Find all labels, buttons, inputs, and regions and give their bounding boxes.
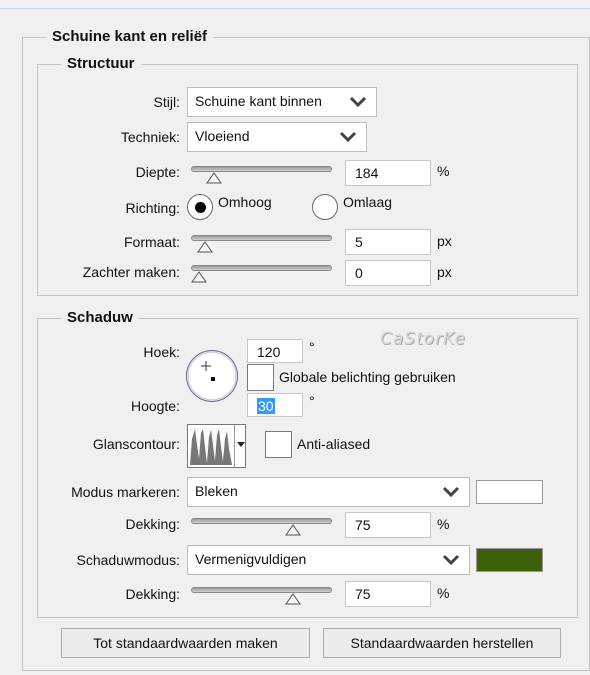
altitude-unit: ° [309, 393, 315, 409]
chevron-down-icon [349, 96, 367, 108]
crosshair-icon [201, 361, 211, 371]
direction-down-radio[interactable] [312, 194, 338, 220]
shadow-mode-value: Vermenigvuldigen [195, 551, 307, 567]
direction-down-label[interactable]: Omlaag [343, 194, 392, 210]
highlight-opacity-slider-thumb[interactable] [284, 524, 301, 536]
reset-default-button[interactable]: Standaardwaarden herstellen [323, 628, 561, 658]
technique-dropdown-value: Vloeiend [195, 128, 250, 144]
shadow-mode-label: Schaduwmodus: [76, 552, 180, 568]
contour-dropdown-arrow[interactable] [234, 425, 246, 467]
gloss-contour-picker[interactable] [187, 424, 246, 468]
global-light-checkbox[interactable] [247, 364, 274, 391]
direction-label: Richting: [125, 200, 180, 216]
technique-label: Techniek: [120, 129, 180, 145]
watermark: CaStorKe [380, 329, 467, 349]
style-label: Stijl: [153, 94, 180, 110]
altitude-input[interactable]: 30 [247, 393, 303, 417]
altitude-label: Hoogte: [130, 398, 180, 414]
direction-up-label[interactable]: Omhoog [218, 194, 272, 210]
depth-unit: % [437, 163, 450, 179]
soften-unit: px [437, 264, 452, 280]
shadow-color-swatch[interactable] [476, 548, 543, 572]
anti-aliased-label[interactable]: Anti-aliased [297, 436, 370, 452]
shading-title: Schaduw [61, 309, 139, 326]
highlight-opacity-input[interactable]: 75 [345, 512, 431, 538]
soften-label: Zachter maken: [82, 264, 180, 280]
global-light-label[interactable]: Globale belichting gebruiken [279, 369, 456, 385]
highlight-opacity-unit: % [437, 516, 450, 532]
chevron-down-icon [442, 554, 460, 566]
size-label: Formaat: [123, 234, 180, 250]
anti-aliased-checkbox[interactable] [265, 431, 292, 458]
angle-dial[interactable] [186, 350, 238, 402]
shadow-opacity-slider-track[interactable] [191, 587, 332, 593]
direction-up-radio[interactable] [187, 194, 213, 220]
shadow-opacity-slider-thumb[interactable] [284, 593, 301, 605]
style-dropdown[interactable]: Schuine kant binnen [187, 87, 377, 117]
shadow-mode-dropdown[interactable]: Vermenigvuldigen [187, 545, 470, 575]
technique-dropdown[interactable]: Vloeiend [187, 122, 367, 152]
shadow-opacity-label: Dekking: [125, 586, 180, 602]
soften-input[interactable]: 0 [345, 260, 431, 286]
chevron-down-icon [442, 486, 460, 498]
bevel-emboss-title: Schuine kant en reliëf [46, 28, 214, 45]
highlight-mode-value: Bleken [195, 483, 238, 499]
soften-slider-track[interactable] [191, 265, 332, 271]
altitude-input-value: 30 [257, 398, 275, 414]
angle-dial-dot [211, 377, 215, 381]
gloss-contour-label: Glanscontour: [92, 436, 180, 452]
soften-slider-thumb[interactable] [191, 271, 207, 283]
size-slider-thumb[interactable] [197, 241, 214, 253]
depth-slider-thumb[interactable] [206, 172, 222, 184]
chevron-down-icon [339, 131, 357, 143]
angle-label: Hoek: [143, 344, 180, 360]
angle-input[interactable]: 120 [247, 339, 303, 363]
top-separator [0, 8, 590, 9]
highlight-mode-label: Modus markeren: [71, 484, 180, 500]
contour-preview-icon [190, 427, 232, 465]
depth-label: Diepte: [135, 164, 180, 180]
highlight-opacity-label: Dekking: [125, 516, 180, 532]
depth-input[interactable]: 184 [345, 160, 431, 186]
highlight-opacity-slider-track[interactable] [191, 518, 332, 524]
caret-down-icon [237, 442, 245, 447]
angle-unit: ° [309, 339, 315, 355]
shadow-opacity-unit: % [437, 585, 450, 601]
structure-title: Structuur [61, 55, 141, 72]
size-input[interactable]: 5 [345, 229, 431, 255]
shadow-opacity-input[interactable]: 75 [345, 581, 431, 607]
radio-selected-dot [195, 202, 206, 213]
make-default-button[interactable]: Tot standaardwaarden maken [61, 628, 310, 658]
highlight-color-swatch[interactable] [476, 480, 543, 504]
size-unit: px [437, 233, 452, 249]
highlight-mode-dropdown[interactable]: Bleken [187, 477, 470, 507]
style-dropdown-value: Schuine kant binnen [195, 93, 322, 109]
